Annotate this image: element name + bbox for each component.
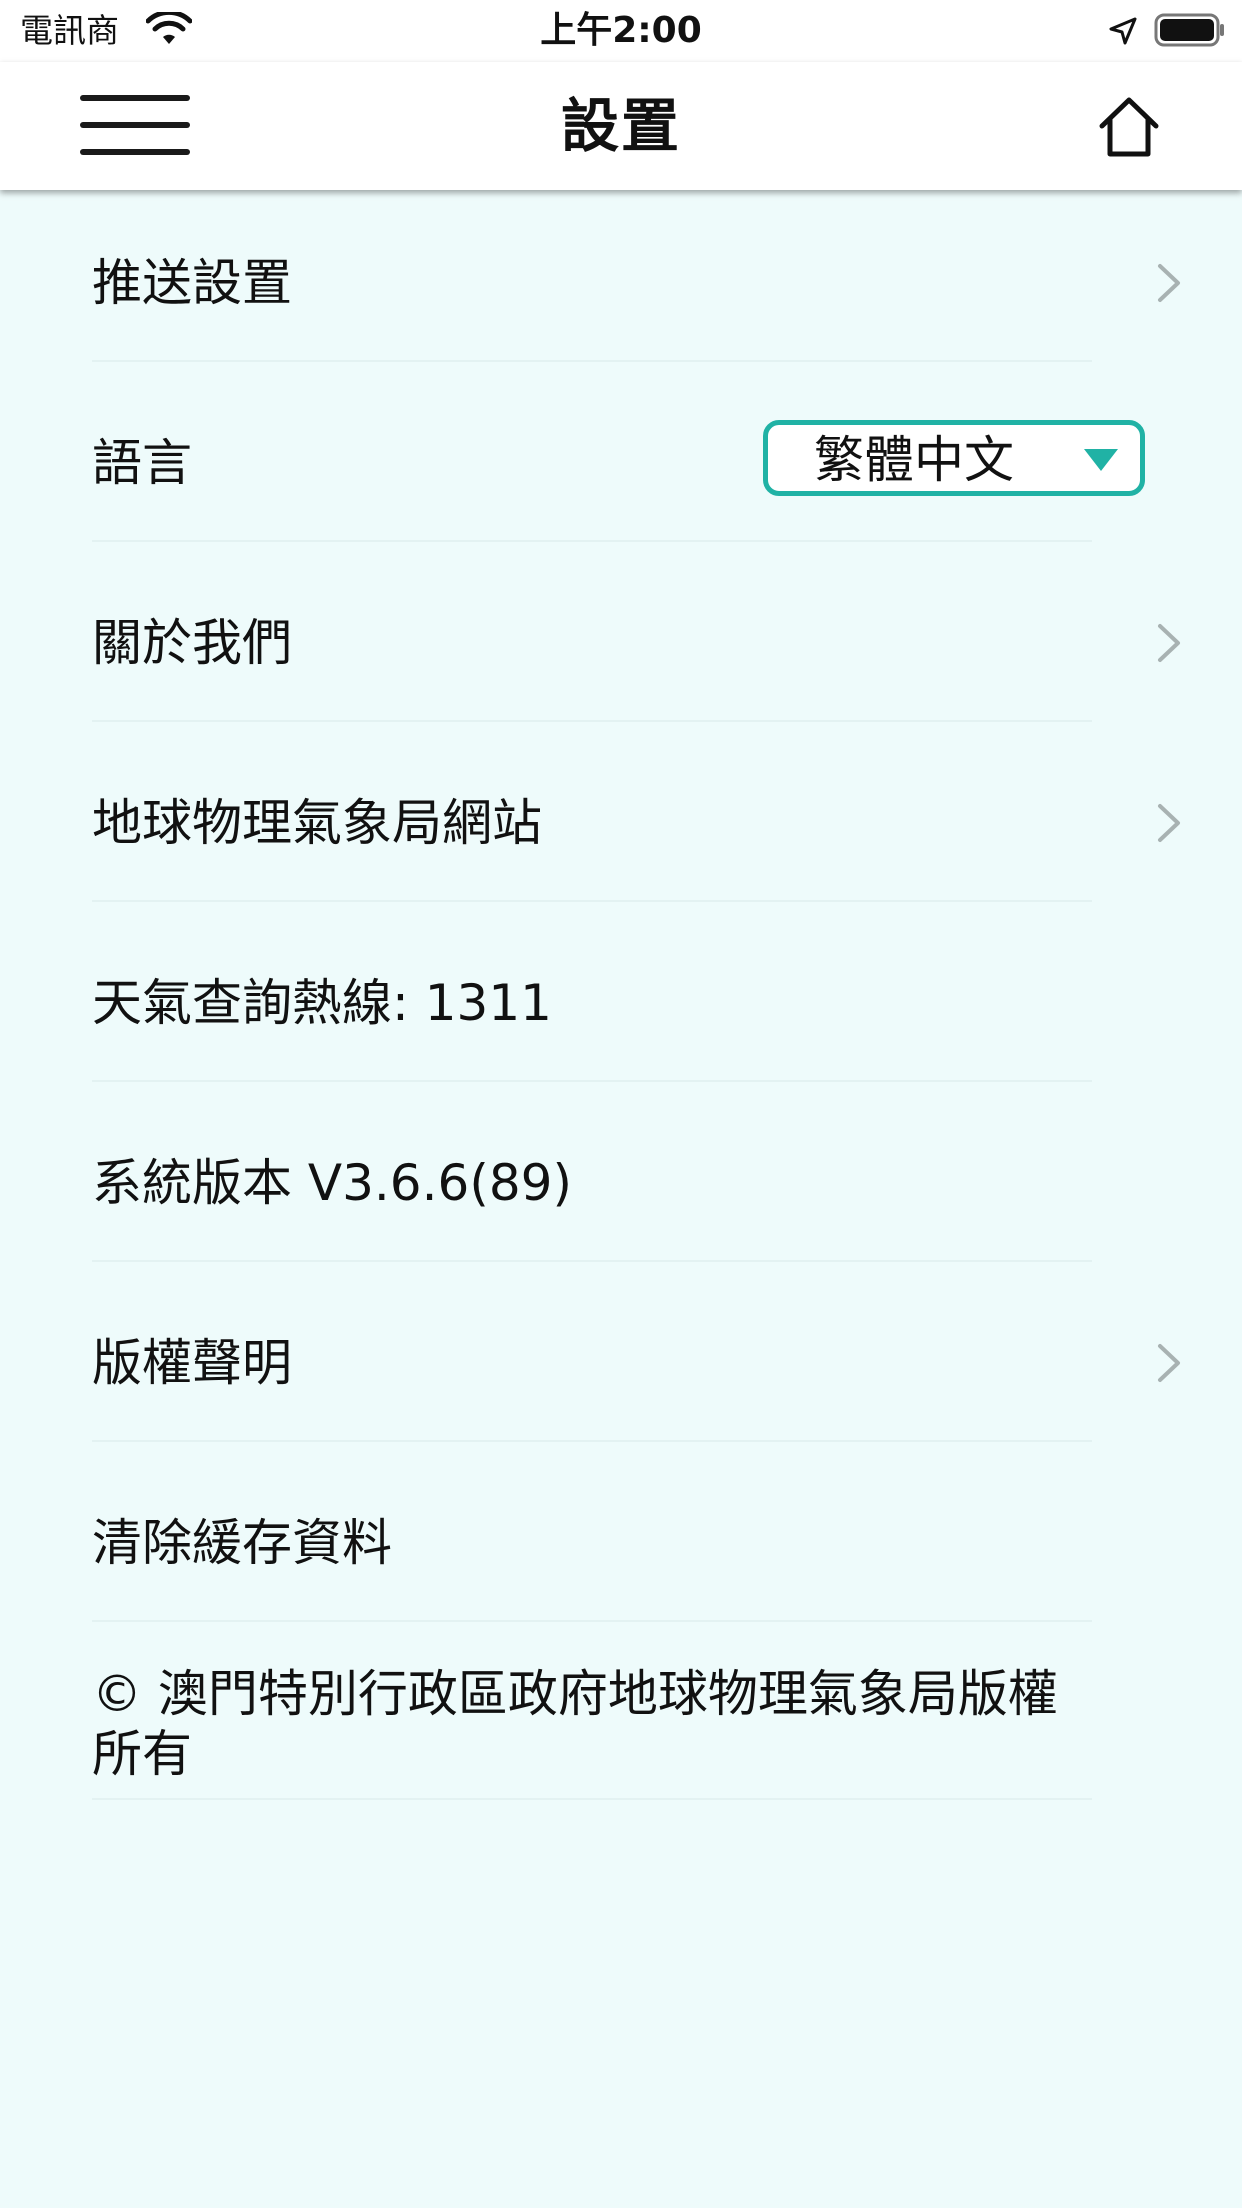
copyright-notice-label: 版權聲明 [92, 1334, 292, 1392]
divider [92, 1620, 1092, 1622]
settings-row-about[interactable]: 關於我們 [0, 550, 1242, 730]
settings-row-footer: © 澳門特別行政區政府地球物理氣象局版權所有 [0, 1630, 1242, 1800]
divider [92, 900, 1092, 902]
divider [92, 1260, 1092, 1262]
push-settings-label: 推送設置 [92, 254, 292, 312]
battery-icon [1154, 13, 1224, 47]
settings-row-push[interactable]: 推送設置 [0, 190, 1242, 370]
settings-row-clear-cache[interactable]: 清除緩存資料 [0, 1450, 1242, 1630]
chevron-right-icon [1158, 264, 1180, 302]
language-select[interactable]: 繁體中文 [763, 420, 1145, 496]
settings-row-language: 語言 繁體中文 [0, 370, 1242, 550]
chevron-right-icon [1158, 804, 1180, 842]
settings-row-copyright[interactable]: 版權聲明 [0, 1270, 1242, 1450]
divider [92, 540, 1092, 542]
chevron-right-icon [1158, 1344, 1180, 1382]
dropdown-caret-icon [1084, 449, 1118, 471]
language-label: 語言 [92, 434, 192, 492]
hotline-label: 天氣查詢熱線: 1311 [92, 974, 552, 1032]
divider [92, 720, 1092, 722]
location-arrow-icon [1109, 17, 1137, 45]
language-selected-value: 繁體中文 [814, 431, 1014, 489]
status-time: 上午2:00 [540, 10, 702, 51]
clear-cache-label: 清除緩存資料 [92, 1514, 392, 1572]
settings-row-hotline[interactable]: 天氣查詢熱線: 1311 [0, 910, 1242, 1090]
home-icon[interactable] [1098, 96, 1160, 158]
navigation-bar: 設置 [0, 62, 1242, 190]
divider [92, 1080, 1092, 1082]
settings-row-version: 系統版本 V3.6.6(89) [0, 1090, 1242, 1270]
version-label: 系統版本 V3.6.6(89) [92, 1154, 572, 1212]
about-us-label: 關於我們 [92, 614, 292, 672]
page-title: 設置 [560, 92, 681, 160]
settings-row-website[interactable]: 地球物理氣象局網站 [0, 730, 1242, 910]
divider [92, 1798, 1092, 1800]
copyright-footer: © 澳門特別行政區政府地球物理氣象局版權所有 [92, 1665, 1058, 1783]
website-label: 地球物理氣象局網站 [92, 794, 542, 852]
chevron-right-icon [1158, 624, 1180, 662]
status-bar: 電訊商 上午2:00 [0, 0, 1242, 62]
divider [92, 1440, 1092, 1442]
divider [92, 360, 1092, 362]
